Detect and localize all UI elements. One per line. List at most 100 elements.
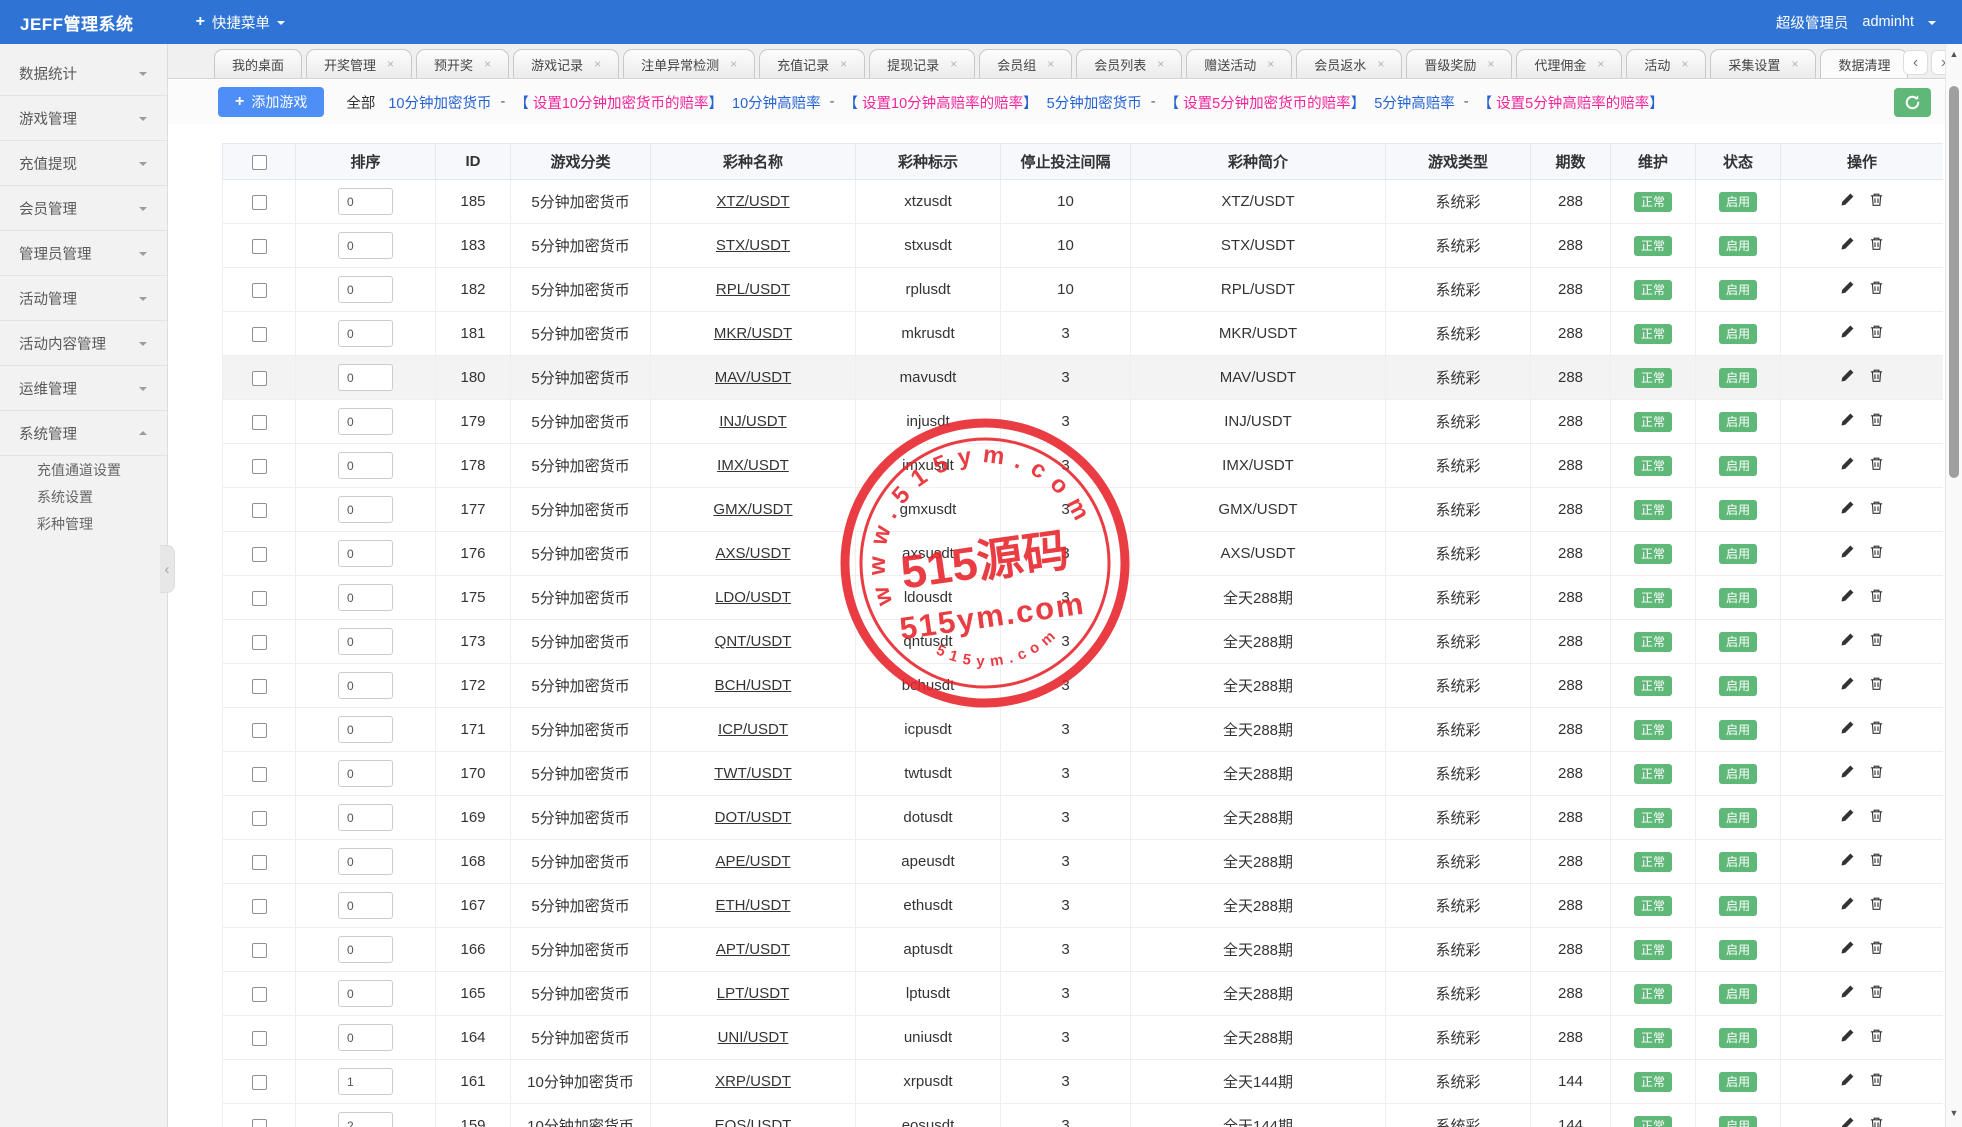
status-badge[interactable]: 启用 <box>1718 851 1757 872</box>
edit-icon[interactable] <box>1840 1116 1855 1127</box>
tab-提现记录[interactable]: 提现记录 × <box>869 49 976 78</box>
delete-icon[interactable] <box>1869 588 1884 607</box>
tab-close-icon[interactable]: × <box>484 58 491 70</box>
tabs-scroll-left-button[interactable]: ‹ <box>1903 50 1928 75</box>
status-badge[interactable]: 启用 <box>1718 763 1757 784</box>
edit-icon[interactable] <box>1840 324 1855 343</box>
sort-input[interactable] <box>338 628 393 655</box>
game-name-link[interactable]: APE/USDT <box>715 853 790 870</box>
delete-icon[interactable] <box>1869 852 1884 871</box>
game-name-link[interactable]: MKR/USDT <box>714 325 792 342</box>
maintain-badge[interactable]: 正常 <box>1633 323 1672 344</box>
status-badge[interactable]: 启用 <box>1718 939 1757 960</box>
edit-icon[interactable] <box>1840 192 1855 211</box>
maintain-badge[interactable]: 正常 <box>1633 543 1672 564</box>
game-name-link[interactable]: RPL/USDT <box>716 281 790 298</box>
delete-icon[interactable] <box>1869 456 1884 475</box>
select-all-checkbox[interactable] <box>251 154 267 170</box>
row-checkbox[interactable] <box>251 414 267 430</box>
delete-icon[interactable] <box>1869 940 1884 959</box>
edit-icon[interactable] <box>1840 940 1855 959</box>
game-name-link[interactable]: DOT/USDT <box>715 809 792 826</box>
status-badge[interactable]: 启用 <box>1718 235 1757 256</box>
status-badge[interactable]: 启用 <box>1718 499 1757 520</box>
game-name-link[interactable]: ICP/USDT <box>718 721 788 738</box>
game-name-link[interactable]: XRP/USDT <box>715 1073 791 1090</box>
edit-icon[interactable] <box>1840 280 1855 299</box>
status-badge[interactable]: 启用 <box>1718 895 1757 916</box>
edit-icon[interactable] <box>1840 984 1855 1003</box>
row-checkbox[interactable] <box>251 370 267 386</box>
row-checkbox[interactable] <box>251 722 267 738</box>
sort-input[interactable] <box>338 364 393 391</box>
maintain-badge[interactable]: 正常 <box>1633 279 1672 300</box>
row-checkbox[interactable] <box>251 502 267 518</box>
sort-input[interactable] <box>338 672 393 699</box>
maintain-badge[interactable]: 正常 <box>1633 851 1672 872</box>
filter-link[interactable]: 10分钟加密货币 <box>388 92 491 113</box>
filter-setting-link[interactable]: 【 设置5分钟加密货币的赔率】 <box>1165 92 1366 113</box>
sort-input[interactable] <box>338 936 393 963</box>
delete-icon[interactable] <box>1869 1028 1884 1047</box>
game-name-link[interactable]: STX/USDT <box>716 237 790 254</box>
row-checkbox[interactable] <box>251 546 267 562</box>
delete-icon[interactable] <box>1869 1072 1884 1091</box>
sort-input[interactable] <box>338 760 393 787</box>
status-badge[interactable]: 启用 <box>1718 587 1757 608</box>
tab-close-icon[interactable]: × <box>950 58 957 70</box>
row-checkbox[interactable] <box>251 238 267 254</box>
row-checkbox[interactable] <box>251 1074 267 1090</box>
edit-icon[interactable] <box>1840 764 1855 783</box>
sidebar-item-系统管理[interactable]: 系统管理 <box>0 411 167 456</box>
edit-icon[interactable] <box>1840 1072 1855 1091</box>
sidebar-item-充值提现[interactable]: 充值提现 <box>0 141 167 186</box>
maintain-badge[interactable]: 正常 <box>1633 807 1672 828</box>
delete-icon[interactable] <box>1869 192 1884 211</box>
sort-input[interactable] <box>338 452 393 479</box>
edit-icon[interactable] <box>1840 236 1855 255</box>
sort-input[interactable] <box>338 276 393 303</box>
tab-充值记录[interactable]: 充值记录 × <box>759 49 866 78</box>
sidebar-item-管理员管理[interactable]: 管理员管理 <box>0 231 167 276</box>
game-name-link[interactable]: QNT/USDT <box>715 633 792 650</box>
sort-input[interactable] <box>338 848 393 875</box>
sort-input[interactable] <box>338 892 393 919</box>
delete-icon[interactable] <box>1869 632 1884 651</box>
tab-close-icon[interactable]: × <box>840 58 847 70</box>
row-checkbox[interactable] <box>251 634 267 650</box>
edit-icon[interactable] <box>1840 500 1855 519</box>
tab-close-icon[interactable]: × <box>387 58 394 70</box>
edit-icon[interactable] <box>1840 456 1855 475</box>
user-menu[interactable]: 超级管理员 adminht <box>1776 12 1936 33</box>
maintain-badge[interactable]: 正常 <box>1633 411 1672 432</box>
row-checkbox[interactable] <box>251 326 267 342</box>
row-checkbox[interactable] <box>251 854 267 870</box>
sort-input[interactable] <box>338 408 393 435</box>
sidebar-item-运维管理[interactable]: 运维管理 <box>0 366 167 411</box>
delete-icon[interactable] <box>1869 896 1884 915</box>
tab-晋级奖励[interactable]: 晋级奖励 × <box>1406 49 1513 78</box>
delete-icon[interactable] <box>1869 808 1884 827</box>
sort-input[interactable] <box>338 496 393 523</box>
sidebar-subitem-系统设置[interactable]: 系统设置 <box>0 483 167 510</box>
maintain-badge[interactable]: 正常 <box>1633 499 1672 520</box>
edit-icon[interactable] <box>1840 896 1855 915</box>
sort-input[interactable] <box>338 188 393 215</box>
game-name-link[interactable]: IMX/USDT <box>717 457 789 474</box>
scroll-up-arrow-icon[interactable]: ▲ <box>1946 46 1962 62</box>
maintain-badge[interactable]: 正常 <box>1633 235 1672 256</box>
maintain-badge[interactable]: 正常 <box>1633 675 1672 696</box>
row-checkbox[interactable] <box>251 590 267 606</box>
delete-icon[interactable] <box>1869 280 1884 299</box>
row-checkbox[interactable] <box>251 194 267 210</box>
row-checkbox[interactable] <box>251 678 267 694</box>
tab-数据清理[interactable]: 数据清理 <box>1820 49 1909 78</box>
maintain-badge[interactable]: 正常 <box>1633 1115 1672 1127</box>
sidebar-item-游戏管理[interactable]: 游戏管理 <box>0 96 167 141</box>
sort-input[interactable] <box>338 980 393 1007</box>
tab-我的桌面[interactable]: 我的桌面 <box>214 49 303 78</box>
maintain-badge[interactable]: 正常 <box>1633 1071 1672 1092</box>
sidebar-subitem-充值通道设置[interactable]: 充值通道设置 <box>0 456 167 483</box>
tab-会员列表[interactable]: 会员列表 × <box>1076 49 1183 78</box>
game-name-link[interactable]: UNI/USDT <box>718 1029 789 1046</box>
